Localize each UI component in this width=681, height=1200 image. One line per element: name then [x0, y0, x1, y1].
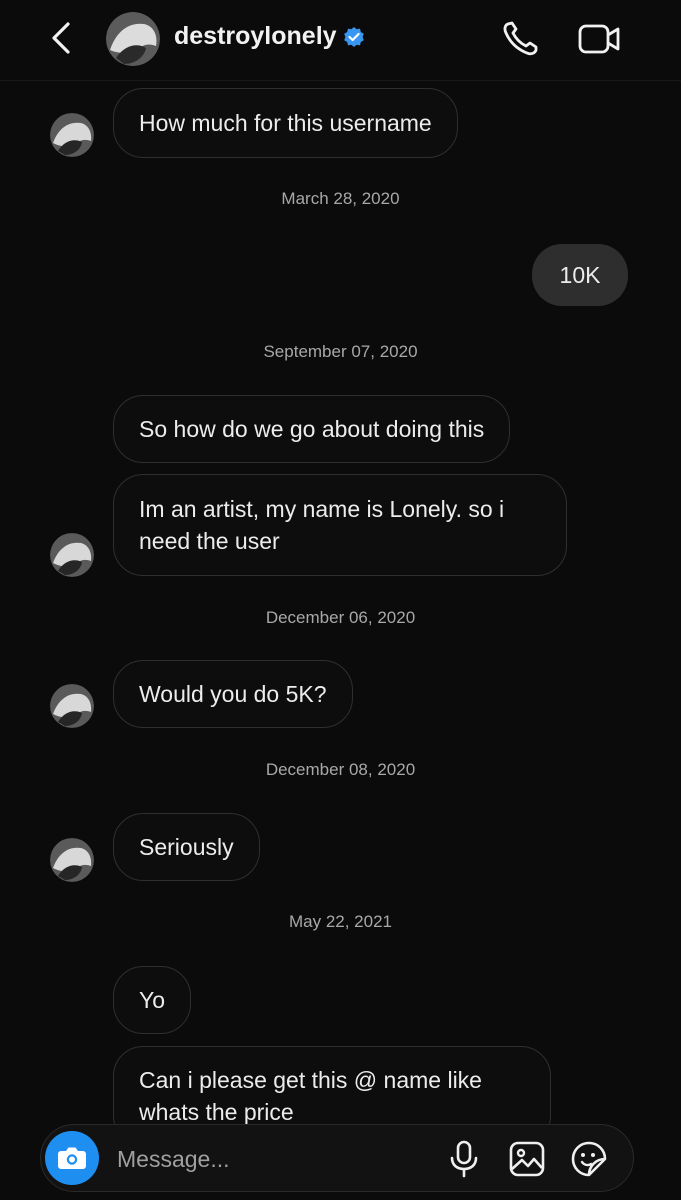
camera-icon: [58, 1147, 86, 1169]
camera-button[interactable]: [45, 1131, 99, 1185]
message-text: 10K: [559, 262, 601, 288]
phone-icon[interactable]: [500, 20, 542, 58]
message-text: Seriously: [139, 834, 234, 860]
message-bubble[interactable]: Yo: [113, 966, 192, 1034]
date-separator: March 28, 2020: [281, 189, 400, 208]
message-bubble[interactable]: Im an artist, my name is Lonely. so i ne…: [113, 474, 567, 576]
date-separator: December 06, 2020: [265, 608, 416, 627]
chat-header: destroylonely: [0, 0, 681, 81]
avatar[interactable]: [50, 838, 94, 882]
avatar[interactable]: [50, 533, 94, 577]
contact-username-row[interactable]: destroylonely: [174, 22, 365, 51]
message-text: Im an artist, my name is Lonely. so i ne…: [139, 496, 505, 554]
message-text: So how do we go about doing this: [139, 416, 485, 442]
sticker-icon[interactable]: [569, 1139, 609, 1179]
avatar[interactable]: [50, 113, 94, 157]
message-composer: [40, 1124, 634, 1192]
avatar[interactable]: [50, 684, 94, 728]
message-text: Would you do 5K?: [139, 681, 327, 707]
contact-username[interactable]: destroylonely: [174, 22, 337, 51]
message-bubble[interactable]: How much for this username: [113, 88, 458, 158]
message-text: How much for this username: [139, 110, 432, 136]
back-chevron-icon[interactable]: [46, 18, 76, 58]
message-bubble[interactable]: So how do we go about doing this: [113, 395, 511, 463]
microphone-icon[interactable]: [447, 1139, 481, 1179]
date-separator: May 22, 2021: [288, 912, 392, 931]
verified-badge-icon: [343, 26, 364, 47]
gallery-icon[interactable]: [507, 1139, 547, 1179]
message-bubble[interactable]: Seriously: [113, 813, 260, 881]
date-separator: September 07, 2020: [263, 342, 418, 361]
message-bubble[interactable]: 10K: [532, 244, 628, 306]
message-text: Yo: [139, 987, 166, 1013]
message-bubble[interactable]: Would you do 5K?: [113, 660, 353, 728]
message-text: Can i please get this @ name like whats …: [139, 1067, 482, 1125]
avatar[interactable]: [106, 12, 160, 66]
message-input[interactable]: [115, 1141, 419, 1177]
date-separator: December 08, 2020: [265, 760, 416, 779]
video-camera-icon[interactable]: [576, 20, 624, 58]
